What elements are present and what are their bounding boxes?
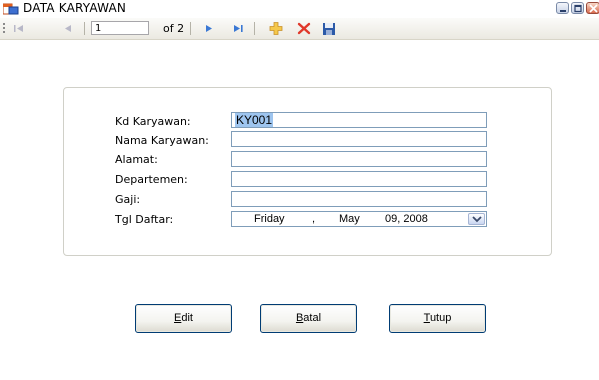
tutup-label: utup bbox=[429, 312, 452, 324]
move-last-button[interactable] bbox=[230, 21, 246, 36]
position-input[interactable] bbox=[91, 21, 149, 35]
add-icon bbox=[269, 22, 283, 35]
minimize-button[interactable] bbox=[556, 2, 569, 14]
date-separator: , bbox=[312, 213, 316, 225]
gaji-label: Gaji: bbox=[115, 193, 141, 206]
nama-karyawan-label: Nama Karyawan: bbox=[115, 134, 209, 147]
tgl-daftar-label: Tgl Daftar: bbox=[115, 213, 174, 226]
edit-label: dit bbox=[181, 312, 193, 324]
delete-button[interactable] bbox=[296, 21, 312, 36]
date-weekday: Friday bbox=[254, 213, 285, 225]
tgl-daftar-datepicker[interactable]: Friday , May 09, 2008 bbox=[231, 211, 487, 227]
batal-label: atal bbox=[303, 312, 322, 324]
alamat-field[interactable] bbox=[231, 151, 487, 167]
departemen-label: Departemen: bbox=[115, 173, 188, 186]
minimize-icon bbox=[560, 10, 566, 12]
maximize-button[interactable] bbox=[571, 2, 584, 14]
move-previous-button[interactable] bbox=[60, 21, 76, 36]
date-month: May bbox=[339, 213, 360, 225]
departemen-field[interactable] bbox=[231, 171, 487, 187]
batal-button[interactable]: Batal bbox=[260, 304, 357, 333]
binding-navigator: of 2 bbox=[0, 18, 599, 40]
form-app-icon bbox=[2, 3, 19, 15]
move-first-button[interactable] bbox=[11, 21, 27, 36]
add-new-button[interactable] bbox=[268, 21, 284, 36]
title-bar: DATA KARYAWAN bbox=[0, 0, 599, 17]
window-title: DATA KARYAWAN bbox=[23, 1, 127, 15]
delete-icon bbox=[297, 22, 311, 35]
toolbar-separator bbox=[190, 22, 191, 35]
close-button[interactable] bbox=[586, 2, 599, 14]
toolbar-separator bbox=[254, 22, 255, 35]
move-first-icon bbox=[14, 25, 23, 32]
chevron-down-icon bbox=[472, 216, 482, 223]
toolbar-grip[interactable] bbox=[3, 23, 5, 34]
move-previous-icon bbox=[65, 25, 71, 32]
kd-karyawan-value: KY001 bbox=[235, 113, 274, 127]
edit-button[interactable]: Edit bbox=[135, 304, 232, 333]
alamat-label: Alamat: bbox=[115, 153, 158, 166]
gaji-field[interactable] bbox=[231, 191, 487, 207]
save-button[interactable] bbox=[321, 21, 337, 36]
kd-karyawan-label: Kd Karyawan: bbox=[115, 115, 191, 128]
move-next-button[interactable] bbox=[201, 21, 217, 36]
kd-karyawan-field[interactable]: KY001 bbox=[231, 112, 487, 128]
move-next-icon bbox=[206, 25, 212, 32]
maximize-icon bbox=[574, 4, 582, 13]
date-day-year: 09, 2008 bbox=[385, 213, 428, 225]
date-dropdown-button[interactable] bbox=[468, 213, 485, 225]
close-icon bbox=[589, 4, 598, 13]
toolbar-separator bbox=[84, 22, 85, 35]
count-label: of 2 bbox=[163, 22, 185, 35]
nama-karyawan-field[interactable] bbox=[231, 131, 487, 147]
move-last-icon bbox=[234, 25, 243, 32]
save-icon bbox=[323, 23, 335, 35]
tutup-button[interactable]: Tutup bbox=[389, 304, 486, 333]
